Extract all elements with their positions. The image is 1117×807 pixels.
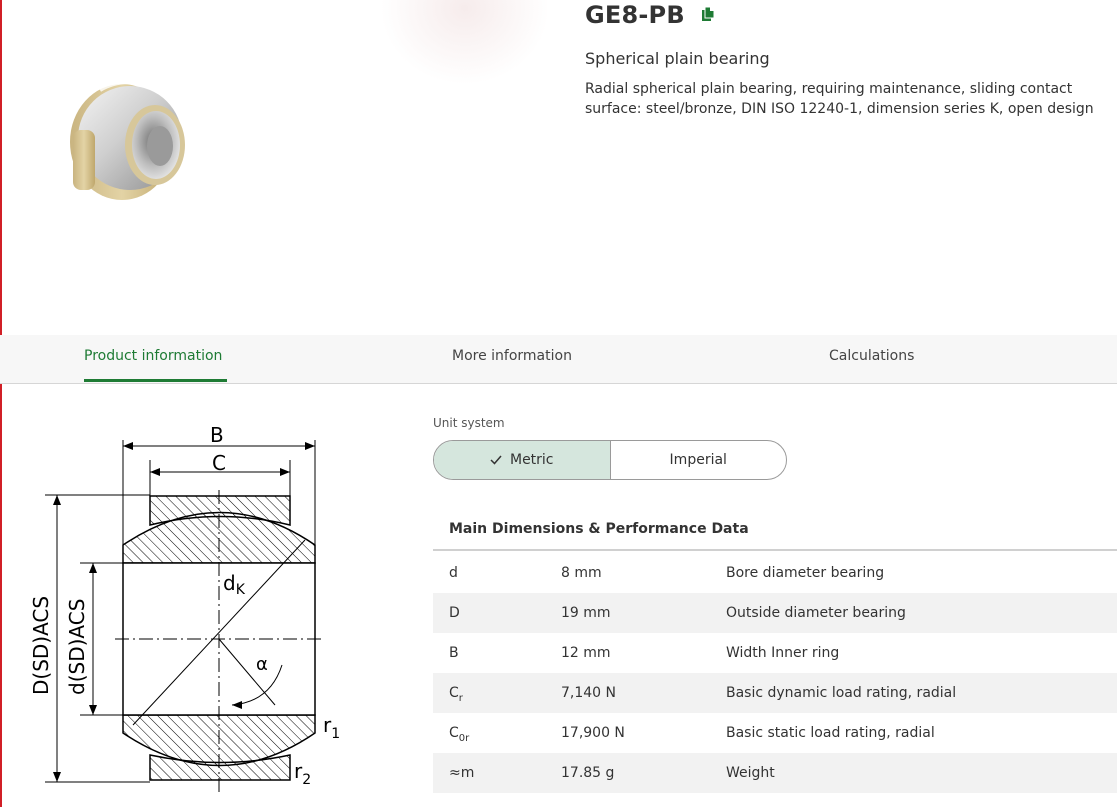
table-row: ≈m 17.85 g Weight [433,753,1117,793]
copy-icon[interactable] [700,6,716,22]
row-description: Width Inner ring [726,645,840,661]
table-row: D 19 mm Outside diameter bearing [433,593,1117,633]
table-row: C0r 17,900 N Basic static load rating, r… [433,713,1117,753]
active-tab-indicator [84,379,227,382]
label-r2: r2 [294,759,311,788]
brand-edge [0,0,2,807]
label-B: B [210,423,224,447]
row-symbol: Cr [449,685,463,704]
unit-system-toggle: Metric Imperial [433,440,787,480]
row-symbol: B [449,645,459,661]
row-value: 7,140 N [561,685,617,701]
tab-product-information[interactable]: Product information [84,335,222,383]
unit-system-label: Unit system [433,416,505,430]
unit-imperial-button[interactable]: Imperial [611,441,787,479]
row-symbol: d [449,565,458,581]
row-description: Outside diameter bearing [726,605,906,621]
label-d-acs: d(SD)ACS [65,599,89,695]
label-D-acs: D(SD)ACS [29,596,53,695]
table-row: B 12 mm Width Inner ring [433,633,1117,673]
row-value: 8 mm [561,565,602,581]
row-description: Bore diameter bearing [726,565,885,581]
row-symbol: ≈m [449,765,475,781]
product-subtitle: Spherical plain bearing [585,49,770,68]
product-image [70,80,185,200]
row-value: 17,900 N [561,725,625,741]
row-value: 17.85 g [561,765,615,781]
row-symbol: C0r [449,725,470,744]
dimensions-table-title: Main Dimensions & Performance Data [449,521,749,537]
product-title: GE8-PB [585,1,685,29]
label-C: C [212,451,226,475]
image-fragment [380,0,550,85]
unit-imperial-label: Imperial [669,452,727,468]
tab-more-information[interactable]: More information [452,335,572,383]
row-value: 12 mm [561,645,611,661]
table-row: Cr 7,140 N Basic dynamic load rating, ra… [433,673,1117,713]
label-alpha: α [256,654,268,675]
bearing-diagram: B C dK α r1 r2 D(SD)ACS d(SD)ACS [29,423,340,792]
table-row: d 8 mm Bore diameter bearing [433,553,1117,593]
unit-metric-label: Metric [509,452,554,468]
product-description: Radial spherical plain bearing, requirin… [585,81,1094,117]
check-icon [490,455,502,465]
row-value: 19 mm [561,605,611,621]
dimensions-table: d 8 mm Bore diameter bearing D 19 mm Out… [433,553,1117,793]
row-description: Weight [726,765,775,781]
table-divider [433,549,1117,551]
tab-calculations[interactable]: Calculations [829,335,914,383]
row-symbol: D [449,605,460,621]
label-r1: r1 [323,713,340,742]
tab-bar: Product information More information Cal… [0,335,1117,384]
row-description: Basic dynamic load rating, radial [726,685,957,701]
row-description: Basic static load rating, radial [726,725,935,741]
unit-metric-button[interactable]: Metric [434,441,611,479]
